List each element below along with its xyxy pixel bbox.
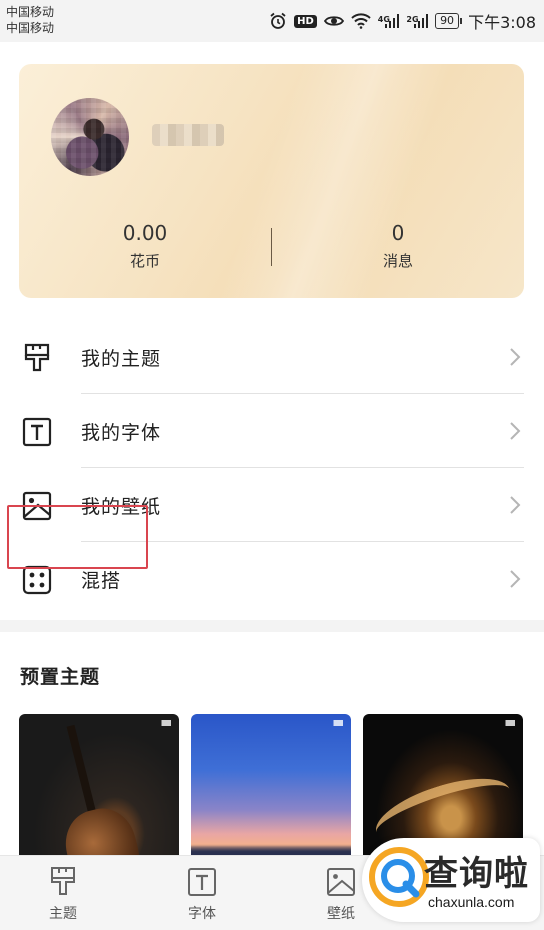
carrier-label-1: 中国移动	[6, 5, 55, 19]
highlight-annotation	[7, 505, 148, 569]
eye-icon	[323, 14, 344, 28]
messages-stat[interactable]: 0 消息	[272, 220, 524, 271]
tab-fonts[interactable]: 字体	[157, 856, 247, 930]
chevron-right-icon	[510, 570, 521, 588]
menu-item-my-fonts[interactable]: 我的字体	[0, 394, 544, 468]
avatar[interactable]	[51, 98, 129, 176]
status-bar: 中国移动 中国移动 HD 4G 2G 90 下午3:08	[0, 0, 544, 42]
theme-thumbnail-sunset[interactable]	[191, 714, 351, 874]
watermark: 查询啦 chaxunla.com	[362, 838, 540, 922]
chevron-right-icon	[510, 422, 521, 440]
signal-icon: 2G	[406, 14, 429, 28]
brush-icon	[51, 867, 75, 895]
tab-label: 字体	[188, 906, 216, 922]
menu-label-my-themes: 我的主题	[81, 347, 162, 370]
tab-themes[interactable]: 主题	[18, 856, 108, 930]
thumbnail-status-bar	[155, 720, 171, 726]
profile-card[interactable]: 0.00 花币 0 消息	[19, 64, 524, 298]
messages-label: 消息	[382, 252, 413, 270]
hd-icon: HD	[294, 14, 317, 28]
logo	[369, 847, 429, 907]
tab-label: 主题	[49, 906, 77, 922]
thumbnail-status-bar	[499, 720, 515, 726]
watermark-brand: 查询啦	[424, 854, 529, 894]
section-title: 预置主题	[20, 666, 101, 688]
font-icon	[22, 417, 52, 447]
menu-label-my-fonts: 我的字体	[81, 421, 162, 444]
menu-item-my-themes[interactable]: 我的主题	[0, 320, 544, 394]
chevron-right-icon	[510, 348, 521, 366]
brush-icon	[24, 343, 50, 372]
coins-stat[interactable]: 0.00 花币	[19, 220, 271, 271]
image-icon	[327, 868, 355, 896]
menu-list: 我的主题 我的字体 我的壁纸 混搭	[0, 320, 544, 616]
username-blurred	[152, 124, 224, 146]
wifi-icon	[351, 13, 371, 29]
alarm-icon	[269, 12, 287, 30]
watermark-url: chaxunla.com	[428, 894, 515, 910]
font-icon	[188, 868, 216, 896]
theme-thumbnail-violin[interactable]	[19, 714, 179, 874]
clock: 下午3:08	[468, 13, 536, 32]
battery-icon: 90	[435, 13, 463, 29]
messages-value: 0	[391, 221, 405, 245]
chevron-right-icon	[510, 496, 521, 514]
coins-label: 花币	[129, 252, 160, 270]
thumbnail-status-bar	[327, 720, 343, 726]
preset-themes-section: 预置主题	[0, 632, 544, 874]
carrier-label-2: 中国移动	[6, 21, 55, 35]
signal-icon: 4G	[378, 14, 400, 28]
coins-value: 0.00	[122, 221, 168, 245]
menu-label-mix: 混搭	[81, 569, 122, 592]
